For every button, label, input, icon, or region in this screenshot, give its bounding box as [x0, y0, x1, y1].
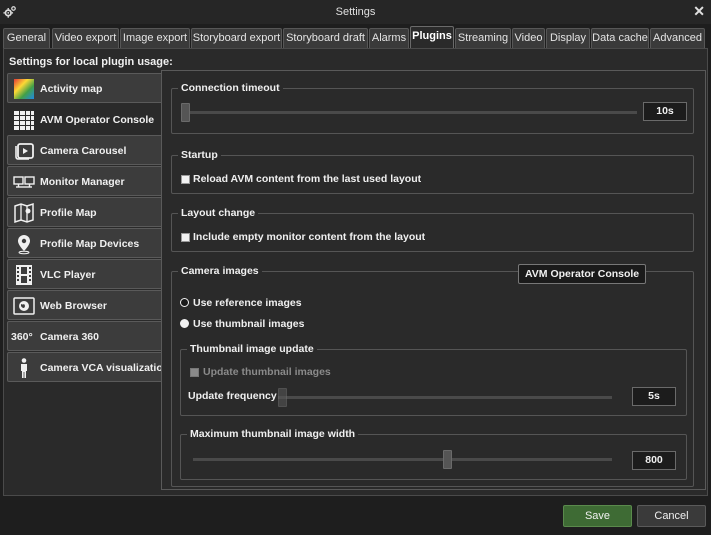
globe-icon [13, 297, 35, 315]
monitors-icon [13, 176, 35, 188]
tab-video-export[interactable]: Video export [52, 28, 119, 48]
plugin-item-web-browser[interactable]: Web Browser [7, 290, 164, 320]
update-frequency-slider-track[interactable] [278, 396, 612, 399]
startup-title: Startup [178, 149, 221, 161]
plugin-label: Web Browser [40, 300, 107, 312]
update-frequency-value[interactable]: 5s [632, 387, 676, 406]
layout-change-group: Layout change Include empty monitor cont… [171, 207, 694, 252]
tab-image-export[interactable]: Image export [120, 28, 190, 48]
camera-images-group: Camera images Use reference images Use t… [171, 265, 694, 487]
max-width-value[interactable]: 800 [632, 451, 676, 470]
map-pin-icon [18, 235, 30, 255]
plugin-item-camera-360[interactable]: 360° Camera 360 [7, 321, 164, 351]
film-icon [16, 265, 32, 285]
title-bar: Settings ✕ [0, 0, 711, 24]
tab-data-cache[interactable]: Data cache [591, 28, 649, 48]
cancel-button[interactable]: Cancel [637, 505, 706, 527]
save-button[interactable]: Save [563, 505, 632, 527]
tab-streaming[interactable]: Streaming [455, 28, 511, 48]
carousel-icon [15, 143, 34, 160]
window-title: Settings [335, 6, 376, 18]
plugin-label: VLC Player [40, 269, 96, 281]
camera-360-icon: 360° [11, 331, 33, 343]
plugin-item-avm-operator-console[interactable]: AVM Operator Console [7, 104, 167, 134]
plugin-label: Camera Carousel [40, 145, 127, 157]
plugin-label: Profile Map [40, 207, 97, 219]
plugin-tooltip: AVM Operator Console [518, 264, 647, 284]
update-frequency-label: Update frequency [188, 390, 277, 402]
update-thumbnails-label: Update thumbnail images [203, 366, 331, 378]
tab-storyboard-export[interactable]: Storyboard export [191, 28, 282, 48]
update-frequency-slider-handle[interactable] [278, 388, 287, 407]
include-empty-monitor-checkbox[interactable] [181, 233, 190, 242]
plugin-item-vlc-player[interactable]: VLC Player [7, 259, 164, 289]
use-reference-images-label: Use reference images [193, 297, 302, 309]
plugin-item-profile-map-devices[interactable]: Profile Map Devices [7, 228, 164, 258]
use-thumbnail-images-radio[interactable] [180, 319, 189, 328]
connection-timeout-slider-track[interactable] [181, 111, 637, 114]
plugin-item-camera-vca-visualization[interactable]: Camera VCA visualization [7, 352, 169, 382]
tab-general[interactable]: General [3, 28, 50, 48]
camera-images-title: Camera images [178, 265, 262, 277]
plugin-label: Monitor Manager [40, 176, 125, 188]
tab-storyboard-draft[interactable]: Storyboard draft [283, 28, 368, 48]
plugin-label: Profile Map Devices [40, 238, 140, 250]
max-width-slider-track[interactable] [193, 458, 612, 461]
plugin-item-camera-carousel[interactable]: Camera Carousel [7, 135, 164, 165]
tab-video[interactable]: Video [512, 28, 545, 48]
plugin-item-monitor-manager[interactable]: Monitor Manager [7, 166, 164, 196]
max-thumbnail-width-group: Maximum thumbnail image width 800 [180, 428, 687, 480]
plugin-item-activity-map[interactable]: Activity map [7, 73, 164, 103]
update-thumbnails-checkbox[interactable] [190, 368, 199, 377]
connection-timeout-group: Connection timeout 10s [171, 82, 694, 134]
layout-change-title: Layout change [178, 207, 259, 219]
plugin-label: Activity map [40, 83, 103, 95]
tab-advanced[interactable]: Advanced [650, 28, 705, 48]
reload-avm-checkbox[interactable] [181, 175, 190, 184]
plugin-label: Camera 360 [40, 331, 99, 343]
connection-timeout-value[interactable]: 10s [643, 102, 687, 121]
close-icon[interactable]: ✕ [693, 3, 705, 20]
tab-plugins[interactable]: Plugins [410, 26, 454, 49]
max-thumbnail-width-title: Maximum thumbnail image width [187, 428, 359, 440]
grid-icon [14, 111, 34, 130]
plugin-item-profile-map[interactable]: Profile Map [7, 197, 164, 227]
use-reference-images-radio[interactable] [180, 298, 189, 307]
connection-timeout-title: Connection timeout [178, 82, 283, 94]
thumbnail-update-title: Thumbnail image update [187, 343, 317, 355]
map-icon [14, 202, 34, 224]
include-empty-monitor-label: Include empty monitor content from the l… [193, 231, 426, 243]
plugin-label: Camera VCA visualization [40, 362, 170, 374]
use-thumbnail-images-label: Use thumbnail images [193, 318, 305, 330]
reload-avm-label: Reload AVM content from the last used la… [193, 173, 422, 185]
max-width-slider-handle[interactable] [443, 450, 452, 469]
heatmap-icon [14, 79, 34, 99]
tab-display[interactable]: Display [546, 28, 590, 48]
plugin-label: AVM Operator Console [40, 114, 155, 126]
startup-group: Startup Reload AVM content from the last… [171, 149, 694, 194]
thumbnail-update-group: Thumbnail image update Update thumbnail … [180, 343, 687, 416]
plugins-header: Settings for local plugin usage: [9, 56, 173, 68]
person-icon [21, 358, 27, 378]
connection-timeout-slider-handle[interactable] [181, 103, 190, 122]
tab-alarms[interactable]: Alarms [369, 28, 409, 48]
